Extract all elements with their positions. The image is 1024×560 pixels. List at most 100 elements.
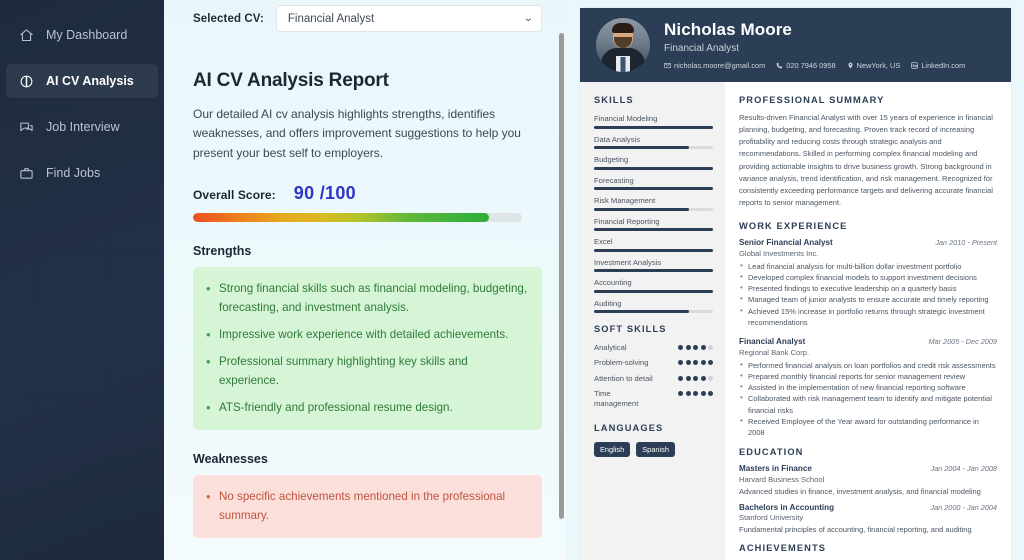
skill-item: Investment Analysis [594,258,713,272]
weakness-item: No specific achievements mentioned in th… [203,487,528,525]
language-badge: Spanish [636,442,675,458]
education-item: Bachelors in Accounting Jan 2000 - Jan 20… [739,503,997,535]
skill-item: Risk Management [594,196,713,211]
education-list: Masters in Finance Jan 2004 - Jan 2008 Har… [739,464,997,534]
overall-score-value: 90 /100 [294,183,356,204]
job-header: Senior Financial Analyst Jan 2010 - Prese… [739,238,997,247]
cv-contact-text: 020 7946 0958 [786,61,836,70]
strength-item: Strong financial skills such as financia… [203,279,528,317]
job-bullet: Achieved 15% increase in portfolio retur… [739,305,997,329]
briefcase-icon [18,165,34,181]
skill-name: Accounting [594,278,632,287]
page-title: AI CV Analysis Report [193,70,389,91]
skill-item: Financial Reporting [594,216,713,231]
education-heading: EDUCATION [739,447,804,458]
weaknesses-heading: Weaknesses [193,452,268,467]
sidebar-item-ai-cv-analysis[interactable]: AI CV Analysis [6,64,158,98]
cv-contact-text: nicholas.moore@gmail.com [674,61,766,70]
soft-skills-heading: SOFT SKILLS [594,324,667,334]
summary-text: Results-driven Financial Analyst with ov… [739,113,993,207]
soft-skill-item: Time management [594,389,713,410]
skill-track [594,248,713,252]
education-date: Jan 2004 - Jan 2008 [930,464,997,474]
soft-skill-rating [678,374,713,381]
job-title: Financial Analyst [739,337,806,347]
language-badge: English [594,442,631,458]
report-pane-scrollbar[interactable] [559,33,564,519]
rating-dot [678,390,683,396]
skill-name: Auditing [594,298,622,308]
chevron-down-icon: ⌄ [522,13,534,24]
skill-item: Auditing [594,298,713,313]
soft-skill-rating [678,358,713,366]
education-degree: Bachelors in Accounting [739,502,835,512]
job-bullet: Received Employee of the Year award for … [739,415,997,439]
skills-heading: SKILLS [594,95,634,105]
education-degree: Masters in Finance [739,464,812,474]
cv-document: Nicholas Moore Financial Analyst nichola… [580,8,1011,560]
strength-item: Impressive work experience with detailed… [203,325,528,346]
strengths-heading: Strengths [193,244,252,259]
skill-name: Financial Modeling [594,114,658,123]
skill-track [594,289,713,293]
work-experience-list: Senior Financial Analyst Jan 2010 - Prese… [739,238,997,438]
skill-name: Financial Reporting [594,216,660,226]
score-number: 90 [293,183,315,204]
job-bullet: Managed team of junior analysts to ensur… [739,293,997,305]
cv-header: Nicholas Moore Financial Analyst nichola… [580,8,1011,82]
rating-dot [693,375,698,381]
sidebar-item-find-jobs[interactable]: Find Jobs [6,156,158,190]
sidebar-item-label: AI CV Analysis [46,74,134,88]
skill-fill [594,248,713,252]
score-denominator: /100 [319,183,356,204]
cv-candidate-role: Financial Analyst [664,43,740,54]
sidebar-item-my-dashboard[interactable]: My Dashboard [6,18,158,52]
cv-body: SKILLS Financial Modeling Data Analysis Bu… [580,82,1011,560]
sidebar-item-label: Find Jobs [46,166,101,180]
job-bullet: Assisted in the implementation of new fi… [739,381,997,393]
sidebar-item-label: Job Interview [46,120,120,134]
job-title: Senior Financial Analyst [739,238,833,248]
rating-dot [708,345,713,350]
job-bullet: Performed financial analysis on loan por… [739,359,997,371]
skill-track [594,166,713,170]
rating-dot [685,375,691,381]
skill-item: Forecasting [594,176,713,190]
skill-fill [594,269,713,272]
rating-dot [708,360,713,366]
education-header: Masters in Finance Jan 2004 - Jan 2008 [739,464,997,473]
work-experience-item: Senior Financial Analyst Jan 2010 - Prese… [739,238,997,328]
soft-skill-name: Attention to detail [594,373,653,383]
rating-dot [708,375,713,381]
selected-cv-dropdown[interactable]: Financial Analyst ⌄ [275,5,542,32]
soft-skill-item: Attention to detail [594,374,713,384]
work-experience-item: Financial Analyst Mar 2005 - Dec 2009 Regi… [739,337,997,438]
report-description: Our detailed AI cv analysis highlights s… [193,107,521,160]
app-root: My Dashboard AI CV Analysis Job Intervie… [0,0,1024,560]
rating-dot [708,390,713,396]
phone-icon [776,62,783,69]
rating-dot [685,345,691,350]
skills-list: Financial Modeling Data Analysis Budgeting… [594,114,713,313]
chat-bubbles-icon [18,119,34,135]
skill-item: Budgeting [594,155,713,170]
skill-fill [594,146,690,149]
soft-skill-name: Problem-solving [594,358,649,368]
location-icon [847,62,854,69]
cv-contact-text: LinkedIn.com [921,61,966,70]
skill-item: Financial Modeling [594,114,713,129]
sidebar-item-job-interview[interactable]: Job Interview [6,110,158,144]
skill-fill [594,289,713,293]
job-date: Mar 2005 - Dec 2009 [928,337,997,347]
skill-fill [594,187,713,190]
education-header: Bachelors in Accounting Jan 2000 - Jan 20… [739,503,997,512]
rating-dot [678,375,683,381]
sidebar: My Dashboard AI CV Analysis Job Intervie… [0,0,164,560]
job-bullet-list: Performed financial analysis on loan por… [739,359,997,439]
skill-track [594,207,713,211]
rating-dot [685,360,691,366]
skill-track [594,228,713,231]
job-header: Financial Analyst Mar 2005 - Dec 2009 [739,337,997,346]
mail-icon [664,62,671,69]
skill-name: Risk Management [594,196,656,205]
